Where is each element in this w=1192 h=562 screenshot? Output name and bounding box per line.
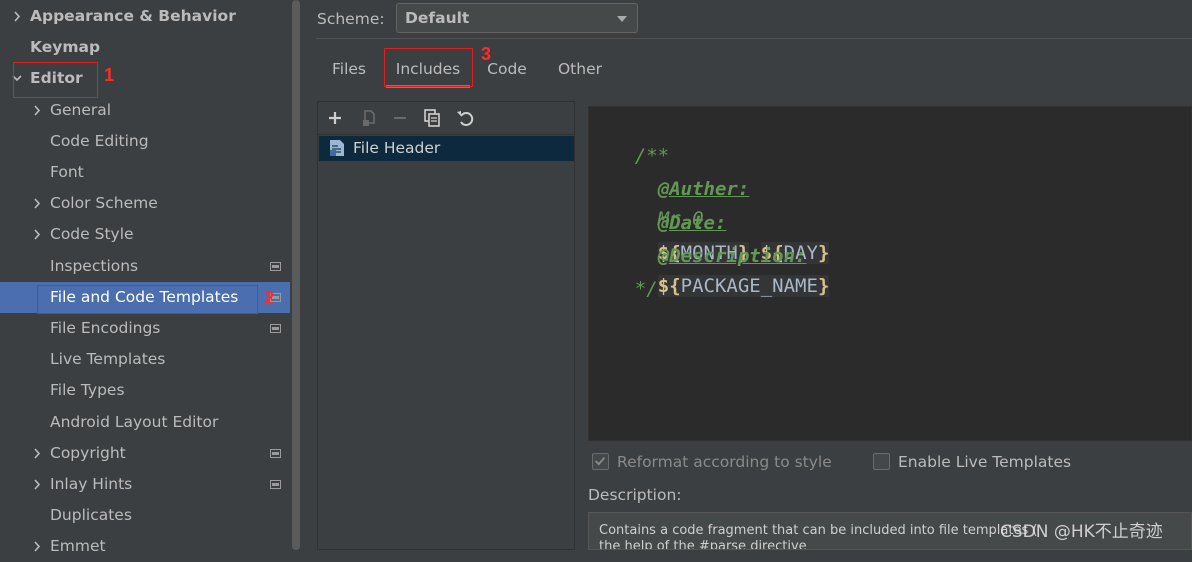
- sidebar-item-label: Live Templates: [50, 350, 166, 369]
- code-line-5: */: [589, 244, 658, 300]
- sidebar-item-keymap[interactable]: Keymap: [0, 32, 290, 63]
- checkmark-icon: [595, 456, 606, 466]
- project-scope-icon: [270, 324, 281, 333]
- scheme-label: Scheme:: [317, 10, 385, 28]
- var-package-name: PACKAGE_NAME: [680, 275, 818, 297]
- chevron-right-icon[interactable]: [31, 438, 43, 469]
- sidebar-item-label: Emmet: [50, 537, 106, 556]
- sidebar-item-appearance-behavior[interactable]: Appearance & Behavior: [0, 1, 290, 32]
- description-tag: @Description:: [657, 245, 807, 267]
- annotation-number-3: 3: [481, 44, 492, 64]
- code-line-4: @Description: ${PACKAGE_NAME}: [612, 211, 830, 297]
- sidebar-item-label: Inlay Hints: [50, 475, 133, 493]
- description-text: Contains a code fragment that can be inc…: [599, 523, 1038, 550]
- code-line-1: /**: [589, 111, 669, 167]
- sidebar-item-emmet[interactable]: Emmet: [0, 531, 290, 562]
- annotation-number-2: 2: [264, 288, 275, 308]
- chevron-right-icon[interactable]: [31, 531, 43, 562]
- scheme-dropdown[interactable]: Default: [396, 3, 638, 33]
- code-line-3: @Date: ${MONTH}-${DAY}: [612, 178, 830, 264]
- description-line-1: Contains a code fragment that can be inc…: [599, 523, 1038, 538]
- sidebar-item-color-scheme[interactable]: Color Scheme: [0, 188, 290, 219]
- project-scope-icon: [270, 261, 281, 271]
- template-item-file-header[interactable]: File Header: [319, 136, 574, 161]
- code-line-2: @Auther: Mr.Q: [612, 144, 750, 230]
- add-icon[interactable]: [325, 108, 345, 128]
- sidebar-item-label: Font: [50, 163, 84, 181]
- template-list-panel: File Header: [317, 101, 575, 550]
- tab-code-label: Code: [487, 60, 527, 78]
- sidebar-item-label: Copyright: [50, 443, 126, 462]
- sidebar-item-live-templates[interactable]: Live Templates: [0, 344, 290, 375]
- sidebar-item-code-style[interactable]: Code Style: [0, 219, 290, 250]
- template-item-label: File Header: [353, 139, 441, 157]
- divider: [316, 38, 1192, 39]
- var-open: ${: [657, 275, 681, 297]
- sidebar-item-label: Appearance & Behavior: [30, 7, 236, 25]
- sidebar-scrollbar[interactable]: [292, 0, 300, 550]
- sidebar-item-duplicates[interactable]: Duplicates: [0, 500, 290, 531]
- reformat-label: Reformat according to style: [617, 453, 832, 471]
- sidebar-item-label: Color Scheme: [50, 194, 158, 213]
- chevron-right-icon[interactable]: [31, 188, 43, 219]
- remove-icon: [394, 117, 406, 119]
- scheme-value: Default: [405, 9, 470, 27]
- template-code-editor[interactable]: /** @Auther: Mr.Q @Date: ${MONTH}-${DAY}…: [588, 106, 1192, 441]
- sidebar-item-label: Duplicates: [50, 506, 132, 525]
- sidebar-item-label: General: [50, 100, 112, 119]
- sidebar-item-label: Android Layout Editor: [50, 412, 219, 431]
- chevron-down-icon: [617, 16, 627, 22]
- chevron-right-icon[interactable]: [11, 1, 23, 32]
- tab-files-label: Files: [331, 60, 366, 78]
- sidebar-item-file-types[interactable]: File Types: [0, 375, 290, 406]
- watermark: CSDN @HK不止奇迹: [1000, 522, 1163, 542]
- sidebar-item-inspections[interactable]: Inspections: [0, 251, 290, 282]
- sidebar-item-inlay-hints[interactable]: Inlay Hints: [0, 469, 290, 500]
- annotation-box-editor: [13, 62, 98, 98]
- var-close: }: [817, 242, 830, 264]
- sidebar-item-label: Code Editing: [50, 131, 149, 150]
- chevron-right-icon[interactable]: [31, 219, 43, 250]
- project-scope-icon: [270, 448, 281, 458]
- sidebar-item-font[interactable]: Font: [0, 157, 290, 188]
- sidebar-item-label: Keymap: [30, 38, 101, 57]
- chevron-right-icon[interactable]: [31, 95, 43, 126]
- sidebar-item-code-editing[interactable]: Code Editing: [0, 126, 290, 157]
- sidebar-item-label: Inspections: [50, 256, 139, 275]
- sidebar-item-general[interactable]: General: [0, 95, 290, 126]
- sidebar-item-label: File Encodings: [50, 319, 161, 337]
- copy-icon: [363, 110, 375, 126]
- chevron-right-icon[interactable]: [31, 469, 43, 500]
- project-scope-icon: [270, 480, 281, 489]
- annotation-box-includes: [384, 48, 473, 87]
- duplicate-icon[interactable]: [422, 108, 442, 128]
- template-list-toolbar: [318, 102, 574, 135]
- enable-live-templates-checkbox[interactable]: [873, 453, 890, 470]
- tab-other-label: Other: [557, 60, 602, 78]
- comment-close: */: [634, 278, 658, 300]
- description-line-2: the help of the #parse directive: [599, 539, 807, 550]
- annotation-box-file-and-code-templates: [37, 285, 258, 314]
- annotation-number-1: 1: [104, 65, 115, 85]
- sidebar-item-label: Code Style: [50, 225, 134, 244]
- enable-live-templates-label: Enable Live Templates: [898, 453, 1072, 471]
- description-label: Description:: [588, 486, 682, 504]
- reset-icon[interactable]: [455, 108, 475, 128]
- sidebar-item-copyright[interactable]: Copyright: [0, 438, 290, 469]
- tab-files[interactable]: Files: [326, 50, 372, 86]
- var-close: }: [817, 275, 830, 297]
- reformat-checkbox[interactable]: [592, 453, 609, 470]
- sidebar-item-android-layout-editor[interactable]: Android Layout Editor: [0, 407, 290, 438]
- template-file-icon: [330, 140, 344, 156]
- sidebar-item-label: File Types: [50, 381, 125, 400]
- sidebar-item-file-encodings[interactable]: File Encodings: [0, 313, 290, 344]
- tab-other[interactable]: Other: [552, 50, 608, 86]
